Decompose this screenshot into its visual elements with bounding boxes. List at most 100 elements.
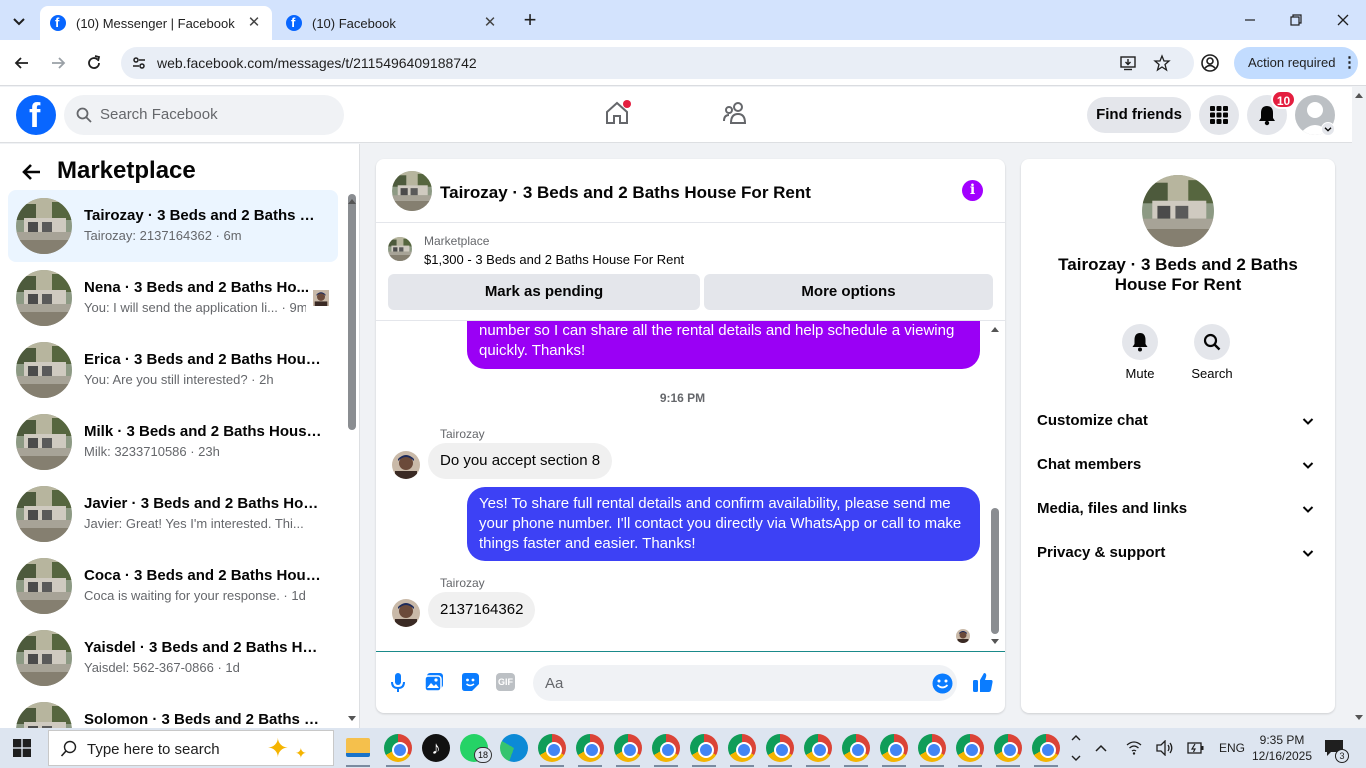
chrome-window-icon[interactable] <box>804 734 832 762</box>
emoji-icon[interactable] <box>932 673 953 694</box>
conversation-item[interactable]: Tairozay · 3 Beds and 2 Baths Ho... Tairo… <box>8 190 338 262</box>
more-options-button[interactable]: More options <box>704 274 993 310</box>
sender-avatar[interactable] <box>392 599 420 627</box>
section-label: Customize chat <box>1037 412 1148 429</box>
chevron-down-icon[interactable] <box>1321 122 1335 136</box>
thumbs-up-icon[interactable] <box>972 671 994 693</box>
wifi-icon[interactable] <box>1126 740 1142 756</box>
forward-button[interactable] <box>48 53 68 73</box>
scroll-down-icon[interactable] <box>989 637 1001 647</box>
home-icon[interactable] <box>603 99 631 127</box>
conversation-item[interactable]: Coca · 3 Beds and 2 Baths Hous... Coca is… <box>8 550 338 622</box>
tiktok-icon[interactable]: ♪ <box>422 734 450 762</box>
chrome-window-icon[interactable] <box>384 734 412 762</box>
tab-search-button[interactable] <box>10 12 28 30</box>
minimize-button[interactable] <box>1240 10 1260 30</box>
conversation-item[interactable]: Javier · 3 Beds and 2 Baths Hous... Javie… <box>8 478 338 550</box>
chrome-window-icon[interactable] <box>652 734 680 762</box>
chrome-window-icon[interactable] <box>690 734 718 762</box>
page-scroll-up-icon[interactable] <box>1353 90 1365 100</box>
action-required-button[interactable]: Action required ⋮ <box>1234 47 1358 79</box>
chrome-window-icon[interactable] <box>1032 734 1060 762</box>
conversation-list-scrollbar[interactable] <box>348 194 356 430</box>
tray-clock[interactable]: 9:35 PM 12/16/2025 <box>1250 732 1314 764</box>
chat-title[interactable]: Tairozay · 3 Beds and 2 Baths House For … <box>440 183 811 203</box>
mute-button[interactable]: Mute <box>1110 324 1170 381</box>
taskbar-search-input[interactable]: Type here to search ✦ ✦ <box>48 730 334 766</box>
conversation-item[interactable]: Yaisdel · 3 Beds and 2 Baths Hou... Yaisd… <box>8 622 338 694</box>
profile-button[interactable] <box>1200 53 1220 73</box>
info-icon[interactable]: i <box>962 180 983 201</box>
tray-overflow-icon[interactable] <box>1094 742 1108 754</box>
incoming-message: Do you accept section 8 <box>428 443 613 479</box>
chrome-window-icon[interactable] <box>956 734 984 762</box>
menu-button[interactable] <box>1199 95 1239 135</box>
chrome-window-icon[interactable] <box>880 734 908 762</box>
scroll-down-icon[interactable] <box>346 714 358 724</box>
minimize-icon <box>1245 19 1255 21</box>
chrome-window-icon[interactable] <box>576 734 604 762</box>
arrow-left-icon[interactable] <box>20 160 44 184</box>
microphone-icon[interactable] <box>389 672 407 694</box>
chrome-window-icon[interactable] <box>994 734 1022 762</box>
listing-thumbnail[interactable] <box>392 171 432 211</box>
gif-icon[interactable]: GIF <box>496 673 515 691</box>
tray-scroll-arrows-icon[interactable] <box>1069 732 1083 764</box>
marketplace-listing-strip: Marketplace $1,300 - 3 Beds and 2 Baths … <box>376 223 1005 321</box>
page-scroll-down-icon[interactable] <box>1353 713 1365 723</box>
bookmark-star-icon[interactable] <box>1153 54 1171 72</box>
chrome-window-icon[interactable] <box>766 734 794 762</box>
search-in-conversation-button[interactable]: Search <box>1182 324 1242 381</box>
close-icon[interactable]: ✕ <box>482 15 498 31</box>
listing-title[interactable]: $1,300 - 3 Beds and 2 Baths House For Re… <box>424 252 684 267</box>
scroll-up-icon[interactable] <box>989 324 1001 334</box>
listing-thumbnail[interactable] <box>388 237 412 261</box>
conversation-preview: Yaisdel: 562-367-0866 · 1d <box>84 660 240 675</box>
chrome-window-icon[interactable] <box>728 734 756 762</box>
input-language[interactable]: ENG <box>1219 741 1245 755</box>
chat-header: Tairozay · 3 Beds and 2 Baths House For … <box>376 159 1005 223</box>
mark-as-pending-button[interactable]: Mark as pending <box>388 274 700 310</box>
windows-start-icon[interactable] <box>13 739 31 757</box>
conversation-item[interactable]: Solomon · 3 Beds and 2 Baths H... <box>8 694 338 728</box>
close-window-button[interactable] <box>1333 10 1353 30</box>
install-app-icon[interactable] <box>1119 54 1137 72</box>
site-info-icon[interactable] <box>131 55 147 71</box>
scroll-up-icon[interactable] <box>346 196 358 206</box>
restore-button[interactable] <box>1286 10 1306 30</box>
find-friends-button[interactable]: Find friends <box>1087 97 1191 133</box>
back-button[interactable] <box>12 53 32 73</box>
address-bar[interactable]: web.facebook.com/messages/t/211549640918… <box>121 47 1194 79</box>
facebook-search-input[interactable]: Search Facebook <box>64 95 344 135</box>
battery-icon[interactable] <box>1187 741 1205 755</box>
listing-photo[interactable] <box>1142 175 1214 247</box>
chrome-window-icon[interactable] <box>538 734 566 762</box>
chrome-window-icon[interactable] <box>842 734 870 762</box>
close-icon[interactable]: ✕ <box>246 15 262 31</box>
tab-facebook[interactable]: (10) Facebook ✕ <box>276 6 508 40</box>
message-input[interactable]: Aa <box>533 665 957 701</box>
sticker-icon[interactable] <box>460 672 480 692</box>
photo-icon[interactable] <box>424 672 444 692</box>
customize-chat-section[interactable]: Customize chat <box>1037 412 1319 436</box>
file-explorer-icon[interactable] <box>346 738 370 757</box>
new-tab-button[interactable]: + <box>520 9 540 31</box>
taskbar-active-indicator <box>1034 765 1058 767</box>
arrow-right-icon <box>52 57 66 69</box>
privacy-support-section[interactable]: Privacy & support <box>1037 544 1319 568</box>
chrome-window-icon[interactable] <box>614 734 642 762</box>
conversation-item[interactable]: Erica · 3 Beds and 2 Baths House... You: … <box>8 334 338 406</box>
message-thread-scrollbar[interactable] <box>991 508 999 634</box>
tab-messenger[interactable]: (10) Messenger | Facebook ✕ <box>40 6 272 40</box>
chat-members-section[interactable]: Chat members <box>1037 456 1319 480</box>
friends-icon[interactable] <box>721 99 749 127</box>
reload-button[interactable] <box>84 53 104 73</box>
sender-avatar[interactable] <box>392 451 420 479</box>
chrome-window-icon[interactable] <box>918 734 946 762</box>
edge-icon[interactable] <box>500 734 528 762</box>
conversation-item[interactable]: Milk · 3 Beds and 2 Baths House... Milk: … <box>8 406 338 478</box>
facebook-logo-icon[interactable]: f <box>16 95 56 135</box>
media-files-links-section[interactable]: Media, files and links <box>1037 500 1319 524</box>
conversation-item[interactable]: Nena · 3 Beds and 2 Baths Ho... You: I wi… <box>8 262 338 334</box>
volume-icon[interactable] <box>1156 740 1174 756</box>
